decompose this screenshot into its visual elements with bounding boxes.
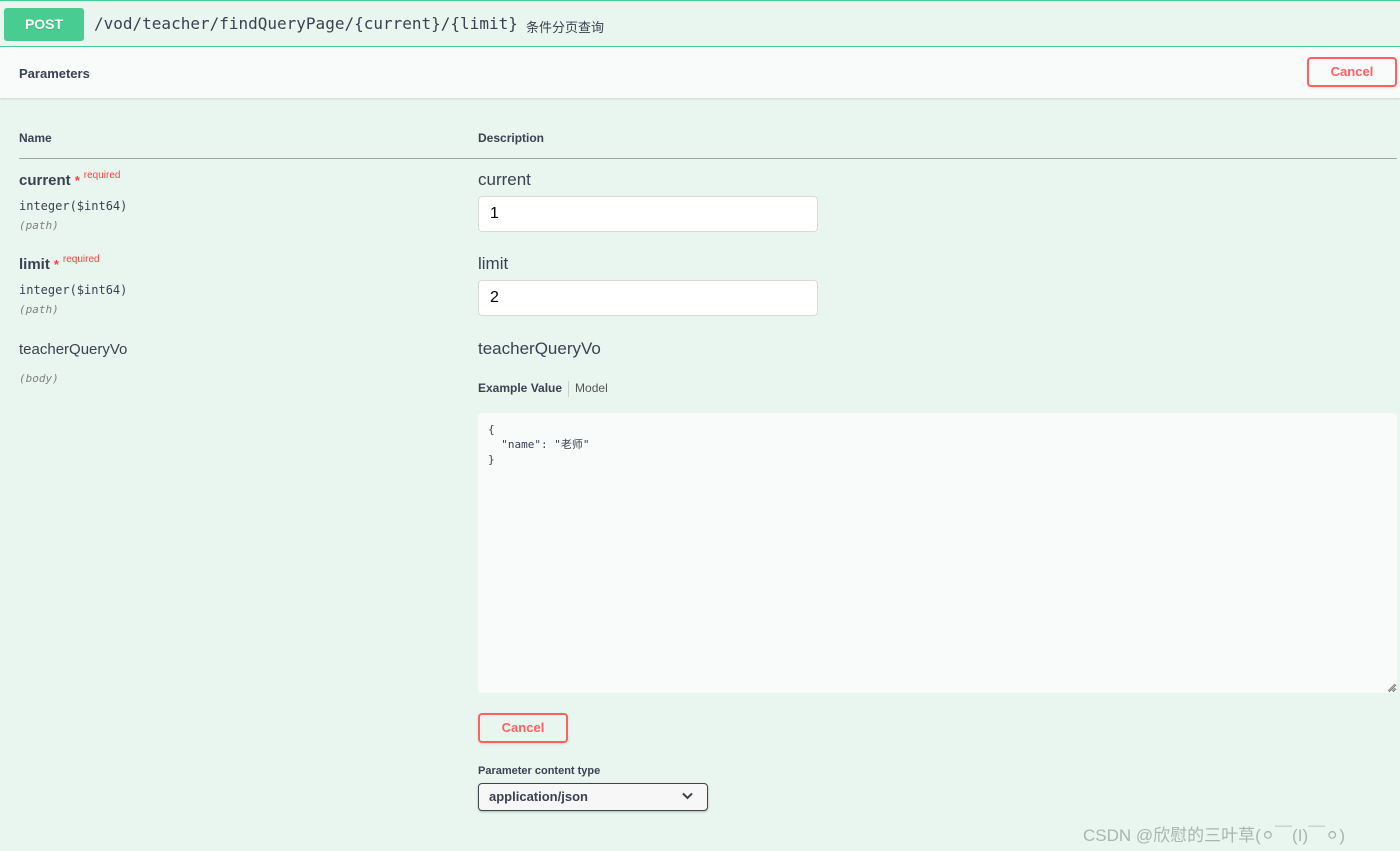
content-type-label: Parameter content type (478, 765, 601, 777)
param-name-text: current (19, 172, 71, 189)
required-label: required (62, 254, 100, 265)
required-star: * (53, 257, 59, 272)
param-type-limit: integer($int64) (19, 283, 128, 297)
endpoint-path[interactable]: /vod/teacher/findQueryPage/{current}/{li… (94, 14, 518, 33)
endpoint-summary[interactable]: 条件分页查询 (526, 17, 604, 36)
param-name-teacherqueryvo: teacherQueryVo (19, 341, 128, 358)
required-label: required (83, 170, 121, 181)
param-label-teacherqueryvo: teacherQueryVo (478, 339, 601, 358)
param-name-limit: limit * required (19, 254, 100, 273)
cancel-button[interactable]: Cancel (478, 713, 568, 743)
content-type-select[interactable]: application/json (478, 783, 708, 811)
param-in-current: (path) (19, 219, 59, 232)
current-input[interactable] (478, 196, 818, 232)
param-name-text: limit (19, 256, 50, 273)
param-type-current: integer($int64) (19, 199, 128, 213)
resize-grip-icon[interactable] (1387, 683, 1396, 692)
tab-divider (568, 381, 570, 397)
limit-input[interactable] (478, 280, 818, 316)
parameters-header: Parameters (0, 47, 1400, 98)
param-in-teacherqueryvo: (body) (19, 372, 59, 385)
param-name-current: current * required (19, 170, 121, 189)
column-header-name: Name (19, 131, 52, 145)
tab-model[interactable]: Model (575, 381, 608, 395)
header-divider (19, 158, 1397, 159)
cancel-try-out-button[interactable]: Cancel (1307, 57, 1397, 87)
method-badge[interactable]: POST (4, 8, 84, 41)
content-type-value: application/json (489, 789, 588, 804)
parameters-title: Parameters (19, 66, 90, 81)
param-label-current: current (478, 170, 531, 189)
column-header-description: Description (478, 131, 545, 145)
chevron-down-icon (682, 792, 693, 800)
required-star: * (74, 173, 80, 188)
param-in-limit: (path) (19, 303, 59, 316)
watermark: CSDN @欣慰的三叶草(⚪￣(I)￣⚪) (1083, 826, 1346, 845)
body-editor-textarea[interactable]: { "name": "老师" } (478, 413, 1397, 693)
tab-example-value[interactable]: Example Value (478, 381, 562, 395)
operation-summary[interactable]: POST /vod/teacher/findQueryPage/{current… (0, 0, 1400, 47)
param-label-limit: limit (478, 254, 509, 273)
body-tabs: Example Value Model (478, 381, 608, 397)
